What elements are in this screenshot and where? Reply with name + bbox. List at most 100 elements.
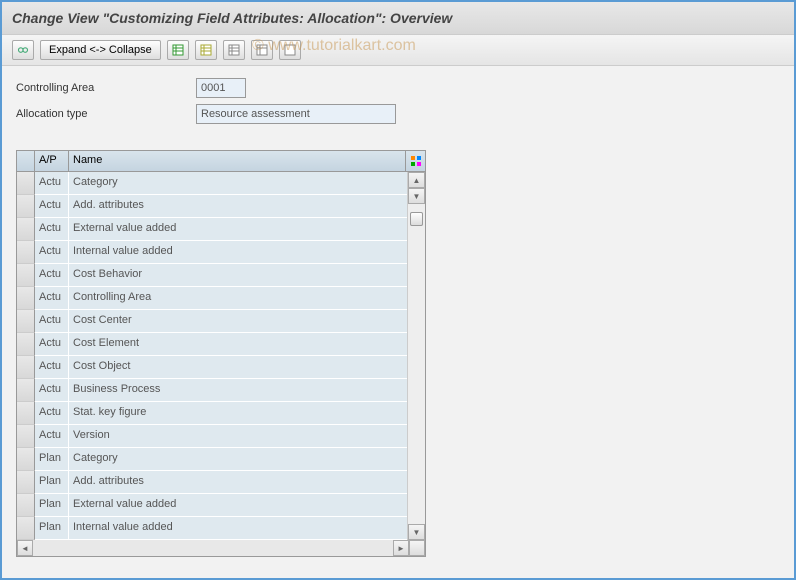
cell-name[interactable]: Cost Center [69,310,407,333]
cell-ap[interactable]: Actu [35,287,69,310]
row-selector[interactable] [17,356,35,379]
scroll-left-button[interactable]: ◄ [17,540,33,556]
cell-ap[interactable]: Plan [35,448,69,471]
cell-ap[interactable]: Plan [35,517,69,540]
table-row[interactable]: PlanExternal value added [17,494,407,517]
table-row[interactable]: ActuCost Behavior [17,264,407,287]
table-row[interactable]: ActuVersion [17,425,407,448]
scroll-thumb[interactable] [410,212,423,226]
header-name[interactable]: Name [69,151,405,171]
vertical-scrollbar[interactable]: ▲ ▼ ▼ [407,172,425,540]
table-row[interactable]: ActuCategory [17,172,407,195]
cell-name[interactable]: Category [69,448,407,471]
cell-ap[interactable]: Actu [35,379,69,402]
table-header: A/P Name [17,151,425,172]
cell-ap[interactable]: Actu [35,172,69,195]
cell-name[interactable]: Internal value added [69,517,407,540]
scroll-down-end-button[interactable]: ▼ [408,524,425,540]
cell-name[interactable]: Internal value added [69,241,407,264]
cell-ap[interactable]: Actu [35,402,69,425]
copy-button[interactable] [195,40,217,60]
table-outline-icon [284,44,296,56]
cell-name[interactable]: Add. attributes [69,195,407,218]
table-row[interactable]: ActuInternal value added [17,241,407,264]
row-selector[interactable] [17,471,35,494]
table-green-icon [172,44,184,56]
row-selector[interactable] [17,310,35,333]
row-selector[interactable] [17,379,35,402]
cell-name[interactable]: External value added [69,218,407,241]
new-entries-button[interactable] [167,40,189,60]
row-selector[interactable] [17,287,35,310]
cell-name[interactable]: Business Process [69,379,407,402]
row-selector[interactable] [17,195,35,218]
attributes-table: A/P Name ActuCategoryActuAdd. attributes… [16,150,426,557]
expand-collapse-button[interactable]: Expand <-> Collapse [40,40,161,60]
table-row[interactable]: PlanAdd. attributes [17,471,407,494]
cell-name[interactable]: Controlling Area [69,287,407,310]
cell-name[interactable]: Cost Element [69,333,407,356]
cell-ap[interactable]: Actu [35,241,69,264]
cell-name[interactable]: External value added [69,494,407,517]
row-selector[interactable] [17,517,35,540]
cell-name[interactable]: Stat. key figure [69,402,407,425]
allocation-type-row: Allocation type [16,104,780,124]
row-selector[interactable] [17,218,35,241]
cell-ap[interactable]: Actu [35,218,69,241]
table-row[interactable]: ActuBusiness Process [17,379,407,402]
glasses-icon [17,44,29,56]
cell-name[interactable]: Add. attributes [69,471,407,494]
table-row[interactable]: ActuCost Element [17,333,407,356]
form-area: Controlling Area Allocation type [2,66,794,142]
scroll-down-button[interactable]: ▼ [408,188,425,204]
row-selector[interactable] [17,425,35,448]
cell-ap[interactable]: Actu [35,310,69,333]
table-row[interactable]: PlanInternal value added [17,517,407,540]
row-selector[interactable] [17,172,35,195]
cell-ap[interactable]: Plan [35,494,69,517]
table-settings-button[interactable] [405,151,425,171]
table-row[interactable]: ActuExternal value added [17,218,407,241]
table-row[interactable]: ActuCost Center [17,310,407,333]
row-selector[interactable] [17,448,35,471]
row-selector[interactable] [17,264,35,287]
header-selector[interactable] [17,151,35,171]
table-body: ActuCategoryActuAdd. attributesActuExter… [17,172,407,540]
allocation-type-label: Allocation type [16,108,196,120]
allocation-type-field[interactable] [196,104,396,124]
scroll-up-button[interactable]: ▲ [408,172,425,188]
cell-ap[interactable]: Actu [35,264,69,287]
select-all-button[interactable] [251,40,273,60]
header-ap[interactable]: A/P [35,151,69,171]
controlling-area-row: Controlling Area [16,78,780,98]
table-row[interactable]: PlanCategory [17,448,407,471]
controlling-area-field[interactable] [196,78,246,98]
cell-ap[interactable]: Actu [35,356,69,379]
table-row[interactable]: ActuAdd. attributes [17,195,407,218]
cell-ap[interactable]: Actu [35,195,69,218]
row-selector[interactable] [17,494,35,517]
toolbar: Expand <-> Collapse © www.tutorialkart.c… [2,35,794,66]
other-view-button[interactable] [12,40,34,60]
cell-name[interactable]: Version [69,425,407,448]
deselect-all-button[interactable] [279,40,301,60]
row-selector[interactable] [17,241,35,264]
scroll-right-button[interactable]: ► [393,540,409,556]
cell-ap[interactable]: Actu [35,333,69,356]
cell-name[interactable]: Cost Behavior [69,264,407,287]
horizontal-scrollbar[interactable]: ◄ ► [17,540,425,556]
cell-ap[interactable]: Actu [35,425,69,448]
cell-name[interactable]: Cost Object [69,356,407,379]
table-row[interactable]: ActuCost Object [17,356,407,379]
row-selector[interactable] [17,402,35,425]
table-row[interactable]: ActuControlling Area [17,287,407,310]
row-selector[interactable] [17,333,35,356]
title-bar: Change View "Customizing Field Attribute… [2,2,794,35]
cell-ap[interactable]: Plan [35,471,69,494]
delimit-button[interactable] [223,40,245,60]
settings-icon [410,155,422,167]
scroll-track[interactable] [408,204,425,524]
table-row[interactable]: ActuStat. key figure [17,402,407,425]
table-gray-icon [256,44,268,56]
cell-name[interactable]: Category [69,172,407,195]
